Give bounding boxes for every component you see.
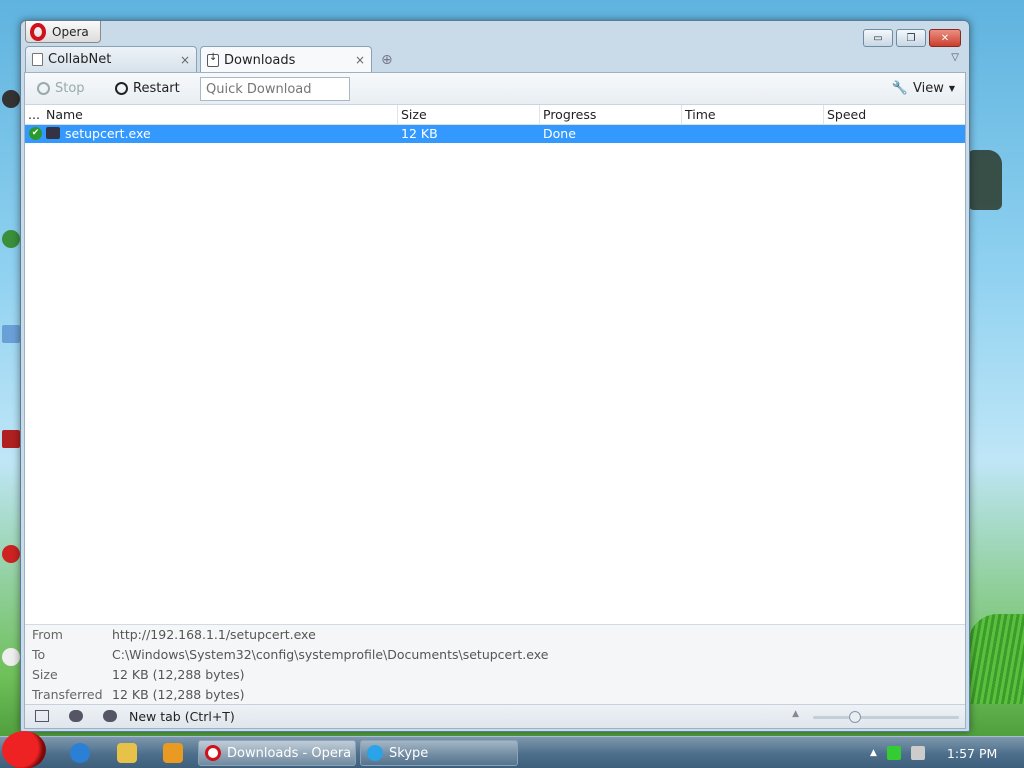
downloads-panel: Stop Restart 🔧 View ▼ ... Name Size Prog… (24, 72, 966, 729)
zoom-up-icon[interactable]: ▲ (792, 709, 799, 719)
column-divider[interactable] (397, 105, 398, 125)
desktop-icon[interactable] (2, 230, 20, 248)
column-header-dots[interactable]: ... (28, 107, 40, 122)
file-icon (46, 127, 60, 139)
page-icon (32, 53, 43, 66)
opera-icon (205, 745, 221, 761)
column-header-size[interactable]: Size (401, 107, 427, 122)
taskbar-item-opera[interactable]: Downloads - Opera (198, 740, 356, 766)
opera-window: Opera ▭ ❐ ✕ CollabNet × Downloads × ⊕ ▽ … (20, 20, 970, 732)
status-bar: New tab (Ctrl+T) ▲ (25, 704, 965, 728)
desktop-icons-left (0, 0, 22, 736)
media-player-icon[interactable] (163, 743, 183, 763)
desktop-icon[interactable] (2, 325, 20, 343)
view-menu-button[interactable]: 🔧 View ▼ (892, 81, 955, 96)
start-button[interactable] (2, 731, 46, 768)
restart-icon (115, 82, 128, 95)
taskbar-item-label: Downloads - Opera (227, 745, 352, 761)
stop-label: Stop (55, 81, 85, 96)
tab-label: CollabNet (48, 52, 112, 67)
cloud-icon[interactable] (69, 710, 83, 722)
column-headers: ... Name Size Progress Time Speed (25, 105, 965, 125)
detail-value[interactable]: C:\Windows\System32\config\systemprofile… (112, 647, 548, 662)
close-button[interactable]: ✕ (929, 29, 961, 47)
stop-button[interactable]: Stop (37, 81, 85, 96)
tab-bar: CollabNet × Downloads × ⊕ ▽ (25, 46, 965, 73)
chevron-down-icon: ▼ (948, 84, 955, 93)
volume-muted-icon[interactable] (910, 746, 925, 760)
detail-value[interactable]: http://192.168.1.1/setupcert.exe (112, 627, 316, 642)
tab-label: Downloads (224, 52, 296, 68)
stop-icon (37, 82, 50, 95)
window-controls: ▭ ❐ ✕ (863, 29, 961, 47)
zoom-slider[interactable] (813, 711, 959, 723)
restart-button[interactable]: Restart (115, 81, 180, 96)
quick-download-input[interactable] (200, 77, 350, 101)
tray-expand-icon[interactable]: ▲ (870, 748, 877, 758)
ie-icon[interactable] (70, 743, 90, 763)
column-divider[interactable] (823, 105, 824, 125)
tab-menu-chevron-icon[interactable]: ▽ (951, 52, 959, 63)
wallpaper-grass (968, 614, 1024, 704)
column-divider[interactable] (539, 105, 540, 125)
column-divider[interactable] (681, 105, 682, 125)
column-header-speed[interactable]: Speed (827, 107, 866, 122)
checkmark-icon: ✔ (29, 127, 42, 140)
taskbar-item-skype[interactable]: Skype (360, 740, 518, 766)
column-header-time[interactable]: Time (685, 107, 716, 122)
zoom-slider-knob[interactable] (849, 711, 861, 723)
wrench-icon: 🔧 (891, 81, 908, 96)
desktop-wallpaper-right (968, 0, 1024, 736)
detail-label: From (32, 627, 63, 642)
restore-button[interactable]: ❐ (896, 29, 926, 47)
download-details: From http://192.168.1.1/setupcert.exe To… (25, 624, 965, 704)
desktop-icon[interactable] (2, 430, 20, 448)
detail-value: 12 KB (12,288 bytes) (112, 687, 245, 702)
tab-downloads[interactable]: Downloads × (200, 46, 372, 73)
detail-label: Transferred (32, 687, 103, 702)
wallpaper-figure (968, 150, 1002, 210)
opera-menu-button[interactable]: Opera (25, 21, 101, 43)
download-name: setupcert.exe (65, 126, 151, 141)
downloads-toolbar: Stop Restart 🔧 View ▼ (25, 73, 965, 105)
download-row[interactable]: ✔ setupcert.exe 12 KB Done (25, 125, 965, 143)
clock[interactable]: 1:57 PM (947, 746, 997, 761)
taskbar-item-label: Skype (389, 745, 429, 761)
new-tab-icon[interactable]: ⊕ (381, 52, 393, 68)
minimize-button[interactable]: ▭ (863, 29, 893, 47)
detail-value: 12 KB (12,288 bytes) (112, 667, 245, 682)
tab-close-icon[interactable]: × (180, 53, 190, 67)
tab-close-icon[interactable]: × (355, 53, 365, 67)
new-tab-hint[interactable]: New tab (Ctrl+T) (129, 709, 235, 724)
download-size: 12 KB (401, 126, 438, 141)
column-header-progress[interactable]: Progress (543, 107, 596, 122)
column-header-name[interactable]: Name (46, 107, 83, 122)
desktop-icon[interactable] (2, 545, 20, 563)
system-tray: ▲ 1:57 PM (864, 737, 1024, 768)
speed-dial-icon[interactable] (103, 710, 117, 722)
network-icon[interactable] (886, 746, 901, 760)
tab-collabnet[interactable]: CollabNet × (25, 46, 197, 72)
download-progress: Done (543, 126, 576, 141)
restart-label: Restart (133, 81, 180, 96)
desktop-icon[interactable] (2, 648, 20, 666)
opera-menu-label: Opera (52, 24, 89, 39)
desktop-icon[interactable] (2, 90, 20, 108)
detail-label: To (32, 647, 46, 662)
folder-icon[interactable] (117, 743, 137, 763)
view-label: View (912, 81, 944, 96)
download-icon (207, 52, 219, 67)
detail-label: Size (32, 667, 58, 682)
taskbar: Downloads - Opera Skype ▲ 1:57 PM (0, 731, 1024, 768)
panel-toggle-icon[interactable] (35, 710, 49, 722)
skype-icon (367, 745, 383, 761)
opera-logo-icon (30, 22, 46, 41)
